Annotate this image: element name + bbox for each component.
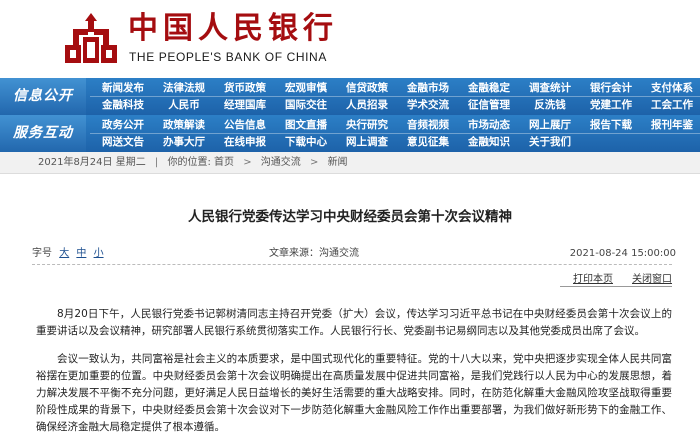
font-size-label: 字号 [32,248,52,259]
nav-item[interactable]: 党建工作 [578,97,644,113]
article-source: 文章来源：沟通交流 [269,245,359,263]
print-page-link[interactable]: 打印本页 [573,270,613,285]
breadcrumb: 2021年8月24日 星期二 | 你的位置: 首页 > 沟通交流 > 新闻 [38,152,348,174]
nav-item[interactable]: 经理国库 [212,97,278,113]
nav-item[interactable]: 新闻发布 [90,80,156,96]
nav-item[interactable]: 意见征集 [395,134,461,150]
site-title-en: THE PEOPLE'S BANK OF CHINA [129,50,327,64]
nav-item[interactable]: 报告下载 [578,117,644,133]
nav-section-info: 信息公开 新闻发布 法律法规 货币政策 宏观审慎 信贷政策 金融市场 金融稳定 … [0,78,700,115]
chevron-right-icon: > [243,157,252,168]
main-navigation: 信息公开 新闻发布 法律法规 货币政策 宏观审慎 信贷政策 金融市场 金融稳定 … [0,78,700,152]
source-value: 沟通交流 [319,248,359,259]
nav-item[interactable]: 金融知识 [456,134,522,150]
nav-section-service: 服务互动 政务公开 政策解读 公告信息 图文直播 央行研究 音频视频 市场动态 … [0,115,700,152]
nav-item[interactable]: 人民币 [151,97,217,113]
article-datetime: 2021-08-24 15:00:00 [569,248,676,259]
nav-item[interactable]: 网上调查 [334,134,400,150]
nav-item[interactable]: 货币政策 [212,80,278,96]
font-size-control: 字号 大 中 小 [32,245,104,263]
article-meta: 字号 大 中 小 文章来源：沟通交流 2021-08-24 15:00:00 [32,245,676,263]
source-label: 文章来源： [269,248,319,259]
nav-item[interactable]: 宏观审慎 [273,80,339,96]
nav-item[interactable]: 金融科技 [90,97,156,113]
nav-item[interactable]: 征信管理 [456,97,522,113]
nav-item[interactable]: 报刊年鉴 [639,117,700,133]
nav-section-label: 服务互动 [0,115,86,152]
meta-divider [32,264,672,265]
nav-item[interactable]: 金融稳定 [456,80,522,96]
nav-item[interactable]: 支付体系 [639,80,700,96]
divider: | [154,157,159,168]
font-large-link[interactable]: 大 [59,248,69,259]
site-title-cn: 中国人民银行 [128,11,338,46]
nav-item[interactable]: 工会工作 [639,97,700,113]
breadcrumb-communication-link[interactable]: 沟通交流 [261,157,301,168]
nav-items: 政务公开 政策解读 公告信息 图文直播 央行研究 音频视频 市场动态 网上展厅 … [90,115,700,152]
nav-item[interactable]: 图文直播 [273,117,339,133]
chevron-right-icon: > [309,157,319,168]
nav-item[interactable]: 央行研究 [334,117,400,133]
current-date: 2021年8月24日 星期二 [38,157,146,168]
nav-item[interactable]: 网上展厅 [517,117,583,133]
nav-item[interactable]: 下载中心 [273,134,339,150]
site-header: 中国人民银行 THE PEOPLE'S BANK OF CHINA [0,0,700,78]
breadcrumb-bar: 2021年8月24日 星期二 | 你的位置: 首页 > 沟通交流 > 新闻 [0,152,700,174]
font-small-link[interactable]: 小 [94,248,104,259]
nav-item[interactable]: 公告信息 [212,117,278,133]
breadcrumb-news-link[interactable]: 新闻 [328,157,348,168]
article-paragraph: 8月20日下午，人民银行党委书记郭树清同志主持召开党委（扩大）会议，传达学习习近… [36,308,672,337]
breadcrumb-home-link[interactable]: 首页 [214,157,234,168]
nav-item[interactable]: 银行会计 [578,80,644,96]
article-paragraph: 会议一致认为，共同富裕是社会主义的本质要求，是中国式现代化的重要特征。党的十八大… [36,353,672,433]
nav-item[interactable]: 办事大厅 [151,134,217,150]
nav-item[interactable]: 人员招录 [334,97,400,113]
nav-items: 新闻发布 法律法规 货币政策 宏观审慎 信贷政策 金融市场 金融稳定 调查统计 … [90,78,700,115]
location-label: 你的位置: [167,157,211,168]
nav-item[interactable]: 音频视频 [395,117,461,133]
close-window-link[interactable]: 关闭窗口 [632,270,672,285]
nav-item[interactable]: 政务公开 [90,117,156,133]
pboc-emblem-icon [65,13,117,63]
tools-divider [560,286,672,287]
nav-item[interactable]: 信贷政策 [334,80,400,96]
font-medium-link[interactable]: 中 [76,248,86,259]
nav-section-label: 信息公开 [0,78,86,115]
nav-item[interactable]: 学术交流 [395,97,461,113]
nav-item[interactable]: 国际交往 [273,97,339,113]
nav-item[interactable]: 法律法规 [151,80,217,96]
nav-item[interactable]: 市场动态 [456,117,522,133]
article-title: 人民银行党委传达学习中央财经委员会第十次会议精神 [188,209,512,225]
nav-item[interactable]: 在线申报 [212,134,278,150]
nav-item[interactable]: 调查统计 [517,80,583,96]
nav-item[interactable]: 政策解读 [151,117,217,133]
nav-item[interactable]: 反洗钱 [517,97,583,113]
nav-item[interactable]: 网送文告 [90,134,156,150]
nav-item[interactable]: 金融市场 [395,80,461,96]
nav-item[interactable]: 关于我们 [517,134,583,150]
